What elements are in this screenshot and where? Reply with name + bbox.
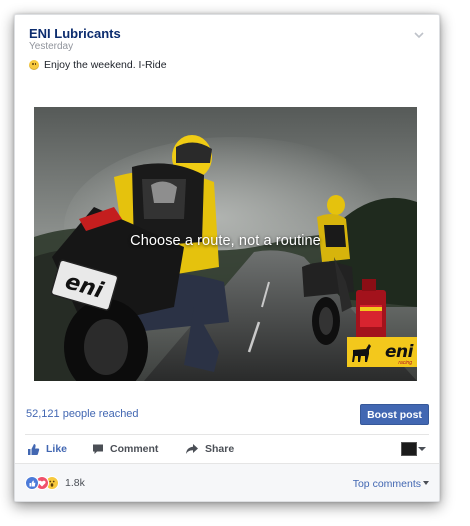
eni-brand-logo: eni racing (347, 337, 417, 367)
comment-button[interactable]: Comment (92, 443, 158, 455)
six-legged-dog-icon (352, 344, 371, 362)
post-message: Enjoy the weekend. I-Ride (44, 59, 167, 71)
page-avatar-icon (401, 442, 417, 456)
share-button[interactable]: Share (185, 443, 234, 455)
page-name[interactable]: ENI Lubricants (29, 26, 121, 41)
post-card: ENI Lubricants Yesterday Enjoy the weeke… (14, 14, 440, 502)
reactions-footer: 1.8k Top comments (15, 463, 439, 501)
brand-subtext: racing (398, 360, 412, 366)
image-caption: Choose a route, not a routine (130, 233, 321, 249)
actions-bar: Like Comment Share (15, 435, 439, 463)
reaction-count: 1.8k (65, 477, 85, 489)
top-comments-dropdown[interactable]: Top comments (353, 478, 429, 490)
share-label: Share (205, 443, 235, 455)
post-as-selector[interactable] (401, 442, 427, 456)
like-button[interactable]: Like (27, 443, 67, 456)
post-text: Enjoy the weekend. I-Ride (29, 59, 167, 71)
reach-row: 52,121 people reached Boost post (15, 400, 439, 430)
reactions-summary[interactable]: 1.8k (25, 476, 85, 490)
share-arrow-icon (186, 444, 198, 454)
chevron-down-icon[interactable] (413, 27, 425, 39)
like-label: Like (46, 443, 68, 455)
speech-bubble-icon (93, 444, 103, 454)
brand-wordmark: eni (385, 341, 413, 362)
boost-post-button[interactable]: Boost post (360, 404, 429, 425)
thumbs-up-icon (28, 443, 40, 455)
top-comments-label: Top comments (352, 478, 421, 490)
post-timestamp[interactable]: Yesterday (29, 41, 73, 52)
like-reaction-icon (25, 476, 39, 490)
comment-label: Comment (110, 443, 159, 455)
caret-down-icon (423, 480, 429, 485)
chevron-down-icon (418, 447, 426, 451)
post-image[interactable]: eni Choose a route, not a routine eni ra… (34, 107, 417, 381)
people-reached-link[interactable]: 52,121 people reached (26, 408, 139, 420)
smiley-emoji-icon (29, 60, 39, 70)
